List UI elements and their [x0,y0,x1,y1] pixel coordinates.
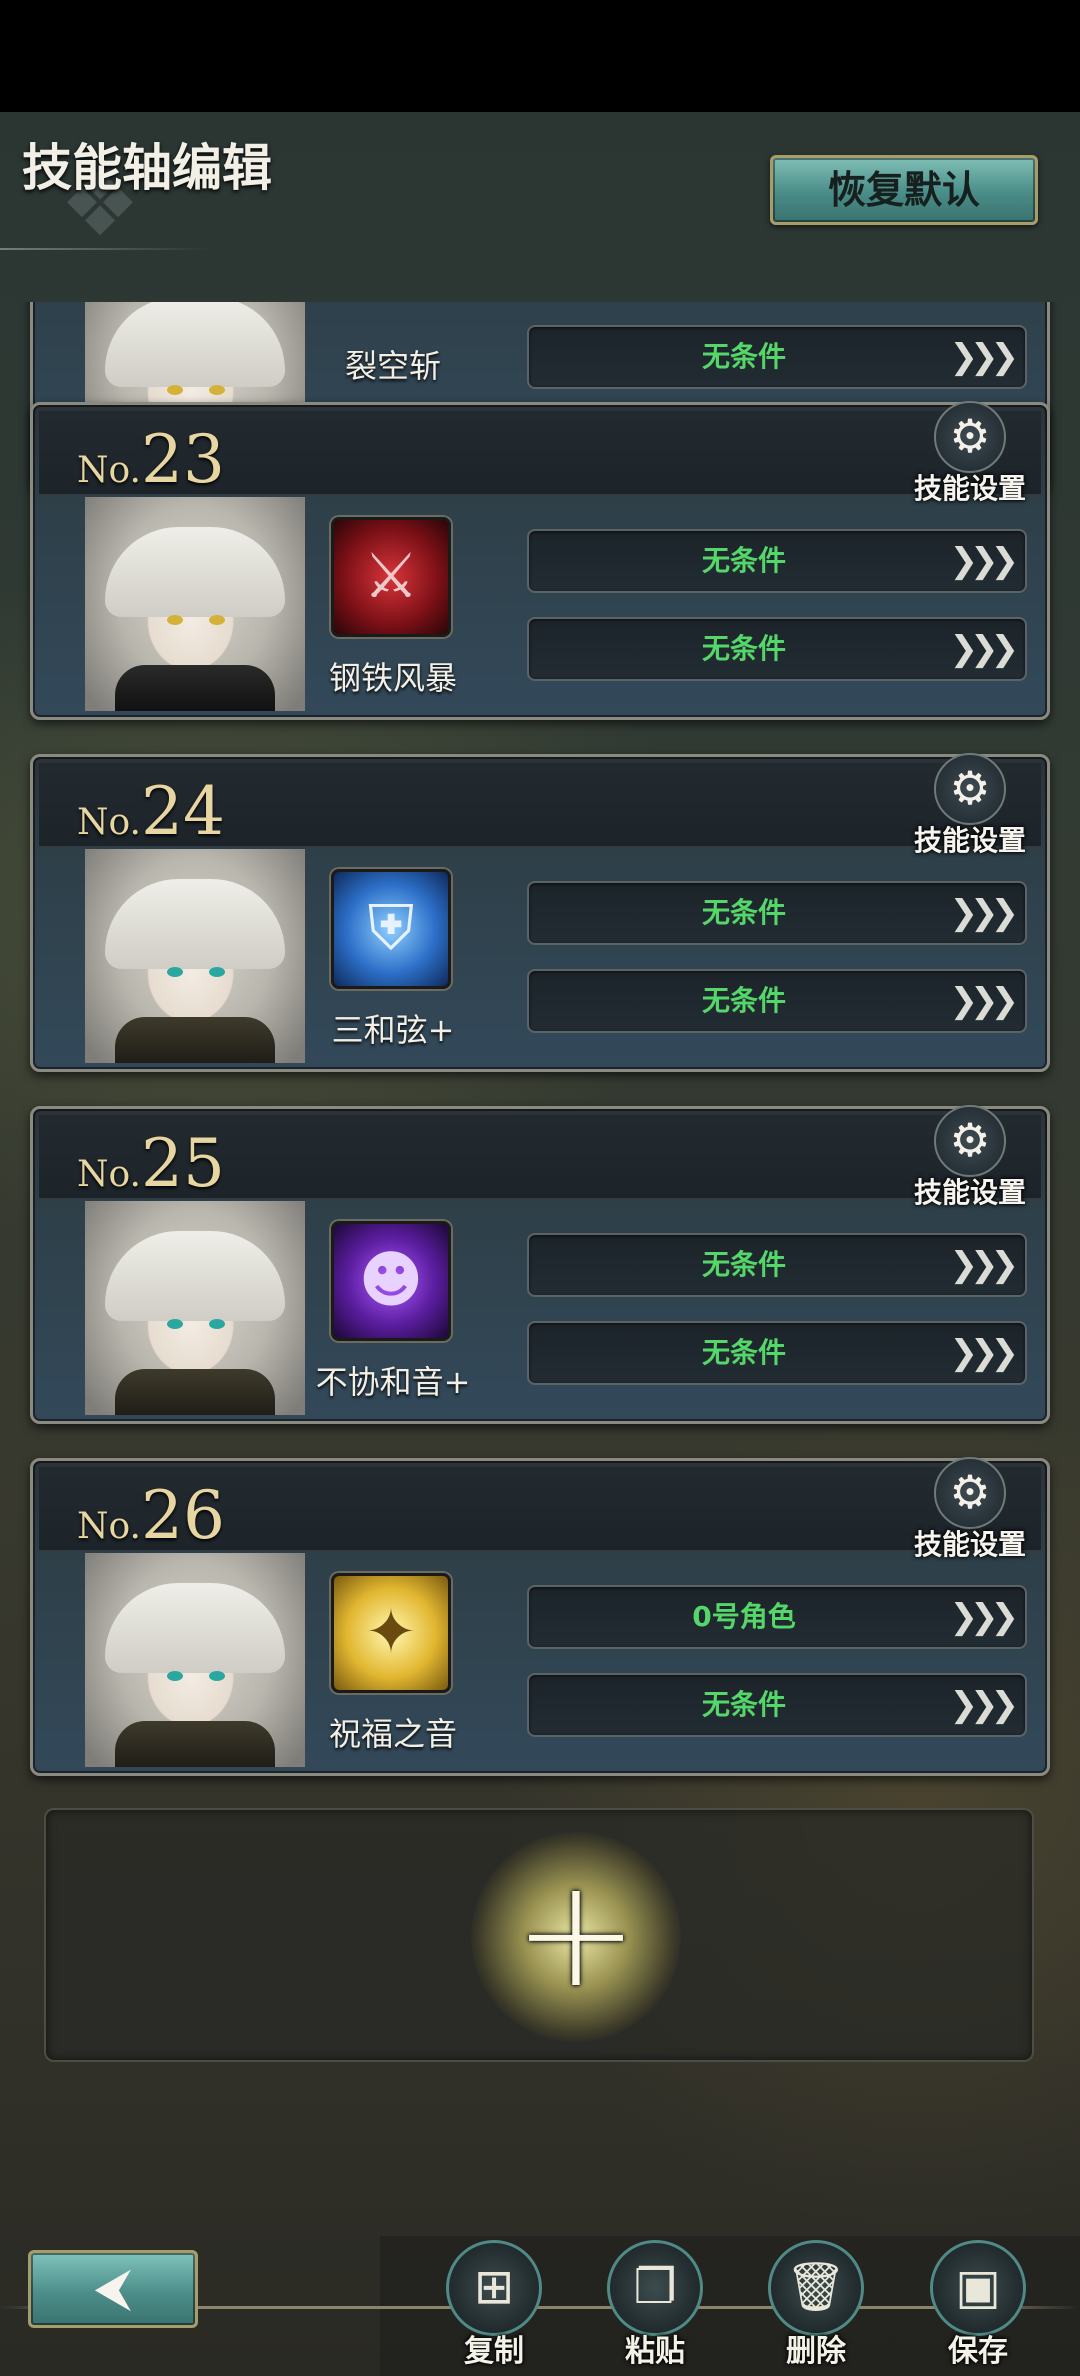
triple-chevron-icon: ❯❯❯ [949,337,1020,377]
skill-name: 裂空斩 [344,347,441,385]
delete-label: 删除 [786,2334,846,2369]
condition-text: 无条件 [701,1336,786,1369]
gear-icon: ⚙ [934,1457,1006,1529]
plus-icon[interactable]: + [471,1832,681,2042]
skill-card: No.26 ⚙ 技能设置 ✦ 祝福之音 0号角色 ❯❯❯ 无条件 ❯❯❯ [30,1457,1050,1776]
skill-settings-label: 技能设置 [913,1176,1026,1209]
condition-slot-2[interactable]: 无条件 ❯❯❯ [527,1673,1027,1737]
condition-text: 0号角色 [692,1600,796,1633]
condition-slot[interactable]: 无条件 ❯❯❯ [527,325,1027,389]
card-number: No.24 [77,773,225,850]
card-header: No.25 [39,1115,1041,1202]
skill-card: No.25 ⚙ 技能设置 ☻ 不协和音+ 无条件 ❯❯❯ 无条件 ❯❯❯ [30,1105,1050,1424]
condition-slot-1[interactable]: 无条件 ❯❯❯ [527,1233,1027,1297]
condition-slot-1[interactable]: 无条件 ❯❯❯ [527,529,1027,593]
condition-text: 无条件 [701,632,786,665]
skill-card: No.23 ⚙ 技能设置 ⚔ 钢铁风暴 无条件 ❯❯❯ 无条件 ❯❯❯ [30,401,1050,720]
character-portrait [85,849,305,1063]
save-button[interactable]: ▣ 保存 [924,2240,1032,2376]
status-bar [0,0,1080,112]
condition-text: 无条件 [701,1248,786,1281]
triple-chevron-icon: ❯❯❯ [949,893,1020,933]
skill-list[interactable]: 裂空斩 无条件 ❯❯❯ No.23 ⚙ 技能设置 ⚔ 钢铁风暴 无条件 ❯❯❯ … [0,302,1080,2092]
gear-icon: ⚙ [934,1105,1006,1177]
copy-button[interactable]: ⊞ 复制 [440,2240,548,2376]
condition-text: 无条件 [701,1688,786,1721]
dark-spirit-icon[interactable]: ☻ [331,1221,451,1341]
card-number: No.25 [77,1125,225,1202]
skill-settings-button[interactable]: ⚙ 技能设置 [905,1457,1035,1561]
condition-slot-2[interactable]: 无条件 ❯❯❯ [527,1321,1027,1385]
trash-icon: 🗑 [768,2240,864,2336]
paste-button[interactable]: ❐ 粘贴 [601,2240,709,2376]
triple-chevron-icon: ❯❯❯ [949,1333,1020,1373]
skill-settings-label: 技能设置 [913,1528,1026,1561]
skill-settings-label: 技能设置 [913,472,1026,505]
skill-name: 不协和音+ [315,1363,471,1401]
paste-label: 粘贴 [625,2334,685,2369]
character-portrait [85,497,305,711]
shield-icon[interactable]: ⛨ [331,869,451,989]
condition-text: 无条件 [701,984,786,1017]
title-divider [0,248,210,250]
back-arrow-icon: ⮜ [94,2258,132,2318]
skill-name: 钢铁风暴 [328,659,457,697]
save-label: 保存 [948,2334,1008,2369]
skill-card: No.24 ⚙ 技能设置 ⛨ 三和弦+ 无条件 ❯❯❯ 无条件 ❯❯❯ [30,753,1050,1072]
card-header: No.26 [39,1467,1041,1554]
triple-chevron-icon: ❯❯❯ [949,1685,1020,1725]
condition-text: 无条件 [701,544,786,577]
skill-settings-button[interactable]: ⚙ 技能设置 [905,753,1035,857]
skill-settings-label: 技能设置 [913,824,1026,857]
card-number: No.23 [77,421,225,498]
triple-chevron-icon: ❯❯❯ [949,1245,1020,1285]
triple-chevron-icon: ❯❯❯ [949,1597,1020,1637]
card-header: No.24 [39,763,1041,850]
condition-slot-1[interactable]: 0号角色 ❯❯❯ [527,1585,1027,1649]
copy-icon: ⊞ [446,2240,542,2336]
page-title: 技能轴编辑 [22,138,272,197]
skill-settings-button[interactable]: ⚙ 技能设置 [905,401,1035,505]
paste-icon: ❐ [607,2240,703,2336]
delete-button[interactable]: 🗑 删除 [762,2240,870,2376]
character-portrait [85,1201,305,1415]
condition-slot-2[interactable]: 无条件 ❯❯❯ [527,969,1027,1033]
skill-name: 祝福之音 [328,1715,457,1753]
card-header: No.23 [39,411,1041,498]
gear-icon: ⚙ [934,401,1006,473]
add-skill-slot[interactable]: + [44,1808,1034,2062]
skill-settings-button[interactable]: ⚙ 技能设置 [905,1105,1035,1209]
character-portrait [85,1553,305,1767]
triple-chevron-icon: ❯❯❯ [949,981,1020,1021]
gear-icon: ⚙ [934,753,1006,825]
floppy-disk-icon: ▣ [930,2240,1026,2336]
triple-chevron-icon: ❯❯❯ [949,629,1020,669]
condition-text: 无条件 [701,340,786,373]
triple-chevron-icon: ❯❯❯ [949,541,1020,581]
condition-slot-2[interactable]: 无条件 ❯❯❯ [527,617,1027,681]
sword-icon[interactable]: ⚔ [331,517,451,637]
restore-default-button[interactable]: 恢复默认 [770,155,1038,225]
blessing-icon[interactable]: ✦ [331,1573,451,1693]
condition-slot-1[interactable]: 无条件 ❯❯❯ [527,881,1027,945]
copy-label: 复制 [464,2334,524,2369]
skill-name: 三和弦+ [331,1011,455,1049]
condition-text: 无条件 [701,896,786,929]
back-button[interactable]: ⮜ [28,2250,198,2328]
card-number: No.26 [77,1477,225,1554]
